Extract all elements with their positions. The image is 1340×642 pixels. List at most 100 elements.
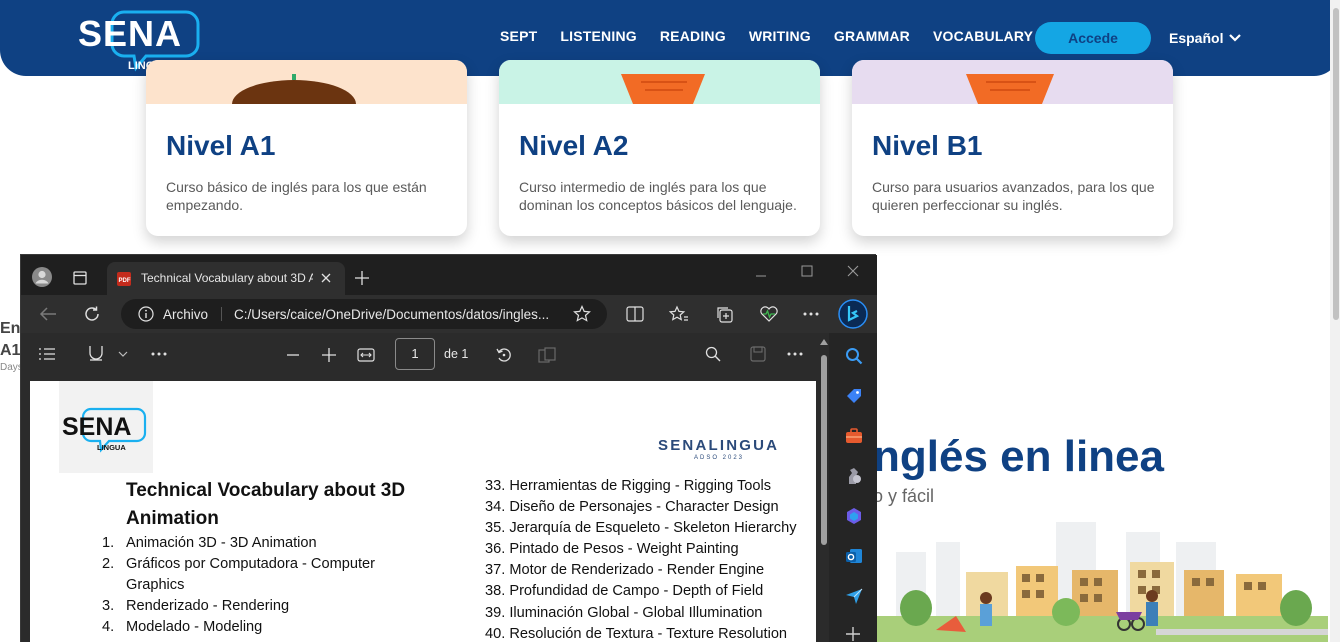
- card-illustration-art: [621, 74, 705, 104]
- contents-icon[interactable]: [38, 347, 56, 361]
- page-view-icon[interactable]: [538, 347, 556, 363]
- close-window-icon[interactable]: [847, 265, 859, 277]
- list-item: 40. Resolución de Textura - Texture Reso…: [485, 625, 788, 642]
- search-icon[interactable]: [845, 347, 863, 365]
- profile-icon[interactable]: [31, 266, 53, 288]
- collections-icon[interactable]: [715, 305, 733, 323]
- favorite-star-icon[interactable]: [573, 305, 591, 323]
- nav-grammar[interactable]: GRAMMAR: [834, 28, 910, 44]
- nav-listening[interactable]: LISTENING: [560, 28, 636, 44]
- edge-pdf-window: PDF Technical Vocabulary about 3D A Arch…: [20, 254, 877, 642]
- list-item: 35. Jerarquía de Esqueleto - Skeleton Hi…: [485, 520, 797, 537]
- copilot-icon[interactable]: [838, 299, 868, 329]
- tab-title: Technical Vocabulary about 3D A: [141, 271, 313, 285]
- list-item: 2. Gráficos por Computadora - Computer Gr…: [102, 554, 422, 596]
- maximize-icon[interactable]: [801, 265, 813, 277]
- language-label: Español: [1169, 30, 1224, 46]
- pdf-page[interactable]: SENA LINGUA SENALINGUA ADSO 2023 Technic…: [30, 381, 816, 642]
- address-bar[interactable]: Archivo C:/Users/caice/OneDrive/Document…: [121, 299, 607, 329]
- chevron-down-icon: [1229, 34, 1242, 42]
- page-count-label: de 1: [444, 347, 469, 361]
- main-nav: SEPT LISTENING READING WRITING GRAMMAR V…: [500, 28, 1033, 44]
- fit-page-icon[interactable]: [357, 348, 375, 362]
- pdf-logo-box: SENA LINGUA: [59, 381, 153, 473]
- rotate-icon[interactable]: [495, 346, 513, 364]
- card-description: Curso intermedio de inglés para los que …: [519, 179, 797, 213]
- card-description: Curso para usuarios avanzados, para los …: [872, 179, 1155, 213]
- tab-actions-icon[interactable]: [73, 271, 87, 285]
- list-item: 37. Motor de Renderizado - Render Engine: [485, 562, 765, 579]
- back-arrow-icon[interactable]: [39, 306, 57, 322]
- pdf-logo-text: SENA: [62, 413, 131, 441]
- nav-vocabulary[interactable]: VOCABULARY: [933, 28, 1033, 44]
- games-icon[interactable]: [845, 467, 863, 485]
- minimize-icon[interactable]: [755, 270, 767, 282]
- browser-essentials-icon[interactable]: [759, 305, 779, 323]
- item-text: Animación 3D - 3D Animation: [126, 535, 317, 551]
- refresh-icon[interactable]: [83, 305, 101, 323]
- card-illustration: [852, 60, 1173, 104]
- hero-title: nglés en linea: [873, 432, 1164, 481]
- partial-line-2: A1: [0, 342, 21, 359]
- item-text: Modelado - Modeling: [126, 619, 263, 635]
- document-title: Technical Vocabulary about 3D Animation: [126, 480, 406, 529]
- city-illustration: [876, 512, 1328, 642]
- level-card-b1[interactable]: Nivel B1 Curso para usuarios avanzados, …: [852, 60, 1173, 236]
- page-scrollbar-thumb[interactable]: [1333, 8, 1339, 320]
- address-separator: [221, 307, 222, 321]
- vocabulary-list-left: 1. Animación 3D - 3D Animation 2. Gráficos…: [102, 533, 422, 638]
- nav-writing[interactable]: WRITING: [749, 28, 811, 44]
- zoom-out-icon[interactable]: [287, 354, 299, 356]
- tools-icon[interactable]: [845, 427, 863, 445]
- nav-reading[interactable]: READING: [660, 28, 726, 44]
- level-card-a1[interactable]: Nivel A1 Curso básico de inglés para los…: [146, 60, 467, 236]
- outlook-icon[interactable]: [845, 547, 863, 565]
- search-icon[interactable]: [705, 346, 721, 362]
- pdf-logo: SENA LINGUA: [62, 407, 147, 453]
- more-tools-icon[interactable]: [151, 352, 167, 356]
- pdf-brand-name: SENALINGUA: [658, 437, 780, 454]
- microsoft-365-icon[interactable]: [845, 507, 863, 525]
- zoom-in-icon[interactable]: [322, 348, 336, 362]
- svg-text:PDF: PDF: [119, 278, 131, 284]
- draw-icon[interactable]: [87, 345, 105, 363]
- favorites-icon[interactable]: [669, 305, 689, 323]
- nav-sept[interactable]: SEPT: [500, 28, 537, 44]
- chevron-down-icon[interactable]: [118, 351, 128, 357]
- save-icon[interactable]: [750, 346, 766, 362]
- vocabulary-list-right: 33. Herramientas de Rigging - Rigging To…: [485, 476, 815, 642]
- item-number: 1.: [102, 535, 115, 551]
- list-item: 33. Herramientas de Rigging - Rigging To…: [485, 478, 772, 494]
- address-scheme-label: Archivo: [163, 307, 209, 322]
- pdf-scrollbar-thumb[interactable]: [821, 355, 827, 545]
- send-icon[interactable]: [845, 587, 863, 605]
- split-screen-icon[interactable]: [626, 306, 644, 322]
- screen: SENA LINGUA SEPT LISTENING READING WRITI…: [0, 0, 1340, 642]
- page-number-input[interactable]: 1: [395, 338, 435, 370]
- pdf-viewer-area[interactable]: SENA LINGUA SENALINGUA ADSO 2023 Technic…: [21, 377, 829, 642]
- card-title: Nivel B1: [872, 130, 983, 161]
- scroll-up-arrow-icon[interactable]: [820, 339, 828, 345]
- hero-subtitle: o y fácil: [873, 486, 935, 506]
- info-icon[interactable]: [138, 306, 154, 322]
- card-illustration: [499, 60, 820, 104]
- list-item: 38. Profundidad de Campo - Depth of Fiel…: [485, 583, 764, 600]
- add-icon[interactable]: [846, 627, 860, 641]
- shopping-tag-icon[interactable]: [845, 387, 863, 405]
- level-card-a2[interactable]: Nivel A2 Curso intermedio de inglés para…: [499, 60, 820, 236]
- more-options-icon[interactable]: [787, 352, 803, 356]
- list-item: 39. Iluminación Global - Global Illumina…: [485, 604, 763, 621]
- new-tab-icon[interactable]: [355, 271, 369, 285]
- item-number: 3.: [102, 598, 115, 614]
- list-item: 1. Animación 3D - 3D Animation: [102, 533, 422, 554]
- list-item: 36. Pintado de Pesos - Weight Painting: [485, 541, 739, 558]
- address-url[interactable]: C:/Users/caice/OneDrive/Documentos/datos…: [234, 307, 564, 322]
- language-selector[interactable]: Español: [1169, 30, 1242, 46]
- card-title: Nivel A2: [519, 130, 629, 161]
- active-tab[interactable]: PDF Technical Vocabulary about 3D A: [107, 262, 345, 295]
- accede-button[interactable]: Accede: [1035, 22, 1151, 54]
- more-options-icon[interactable]: [803, 312, 819, 316]
- item-number: 4.: [102, 619, 115, 635]
- close-tab-icon[interactable]: [321, 273, 331, 283]
- item-text: Gráficos por Computadora - Computer Grap…: [126, 556, 376, 593]
